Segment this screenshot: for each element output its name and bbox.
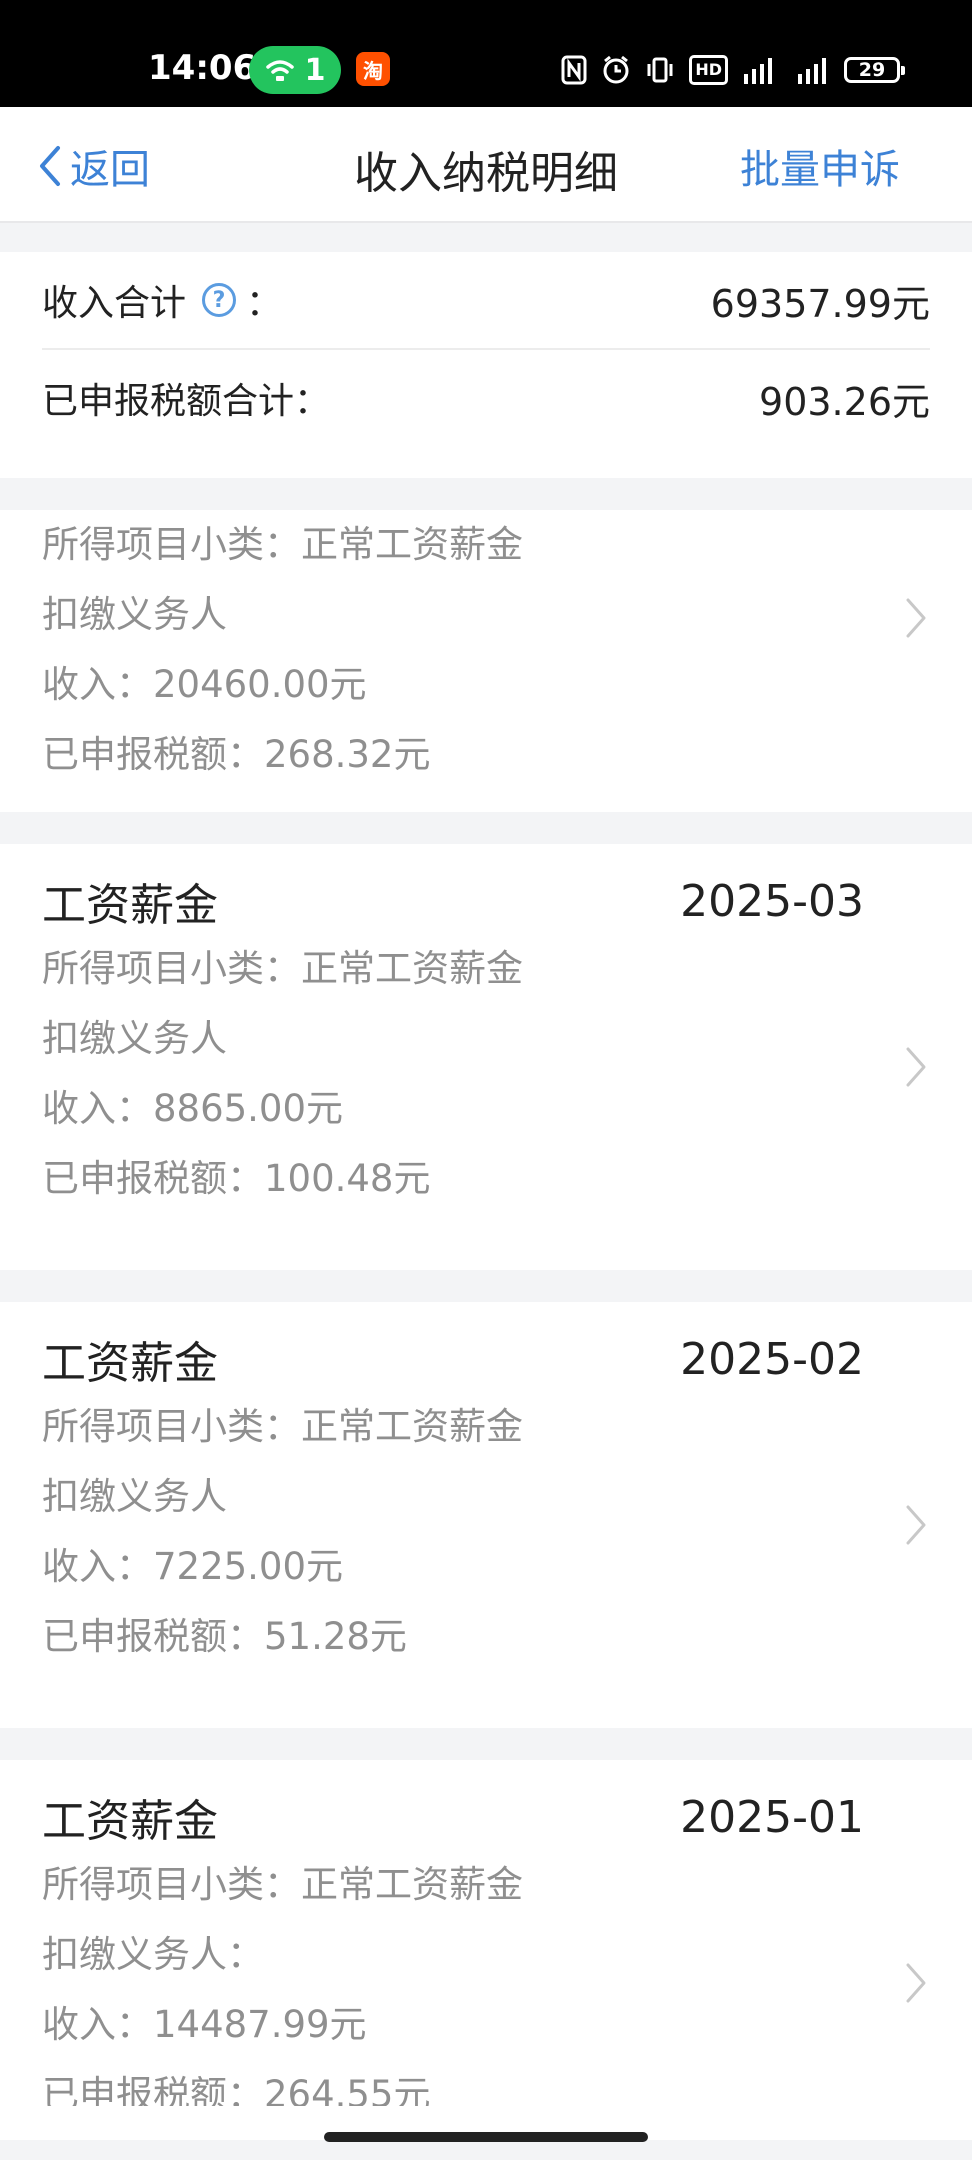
record-title: 工资薪金	[42, 1796, 218, 1847]
income-total-value: 69357.99元	[710, 281, 930, 326]
vibrate-icon	[645, 54, 675, 86]
record-withholder: 扣缴义务人	[42, 593, 227, 636]
record-subcategory: 所得项目小类：正常工资薪金	[42, 523, 523, 566]
income-total-colon: ：	[246, 283, 283, 324]
record-item[interactable]: 工资薪金 2025-01 所得项目小类：正常工资薪金 扣缴义务人： 收入：144…	[0, 1760, 972, 2140]
record-item[interactable]: 所得项目小类：正常工资薪金 扣缴义务人 收入：20460.00元 已申报税额：2…	[0, 510, 972, 812]
record-title: 工资薪金	[42, 1338, 218, 1389]
batch-appeal-button[interactable]: 批量申诉	[740, 137, 900, 195]
record-withholder: 扣缴义务人	[42, 1475, 227, 1518]
wifi-count: 1	[304, 52, 326, 88]
record-withholder: 扣缴义务人	[42, 1017, 227, 1060]
tax-total-value: 903.26元	[759, 379, 930, 424]
app-screen: 14:06 1 淘 HD 29 返回 收入纳税明细 批量申诉 收入合计 ? ： …	[0, 0, 972, 2160]
chevron-right-icon	[906, 1963, 926, 2003]
record-income: 收入：8865.00元	[42, 1087, 344, 1130]
signal-5g-icon	[742, 54, 776, 86]
taobao-icon: 淘	[356, 52, 390, 86]
record-tax: 已申报税额：100.48元	[42, 1157, 431, 1200]
record-item[interactable]: 工资薪金 2025-03 所得项目小类：正常工资薪金 扣缴义务人 收入：8865…	[0, 844, 972, 1270]
status-icons: HD 29	[561, 52, 905, 88]
signal-5g-secondary-icon	[790, 54, 830, 86]
alarm-icon	[601, 54, 631, 86]
income-total-label: 收入合计	[42, 283, 187, 324]
income-total-row: 收入合计 ? ： 69357.99元	[42, 252, 930, 350]
record-title: 工资薪金	[42, 880, 218, 931]
battery-icon: 29	[844, 57, 905, 83]
hd-voice-icon: HD	[689, 55, 728, 85]
record-income: 收入：20460.00元	[42, 663, 367, 706]
chevron-right-icon	[906, 598, 926, 638]
record-income: 收入：14487.99元	[42, 2003, 367, 2046]
status-time: 14:06	[148, 48, 257, 88]
record-subcategory: 所得项目小类：正常工资薪金	[42, 1405, 523, 1448]
records-list: 所得项目小类：正常工资薪金 扣缴义务人 收入：20460.00元 已申报税额：2…	[0, 510, 972, 2140]
chevron-right-icon	[906, 1047, 926, 1087]
record-item[interactable]: 工资薪金 2025-02 所得项目小类：正常工资薪金 扣缴义务人 收入：7225…	[0, 1302, 972, 1728]
navigation-bar: 返回 收入纳税明细 批量申诉	[0, 107, 972, 223]
home-indicator[interactable]	[324, 2132, 648, 2142]
record-income: 收入：7225.00元	[42, 1545, 344, 1588]
record-tax: 已申报税额：51.28元	[42, 1615, 407, 1658]
record-date: 2025-02	[680, 1333, 864, 1385]
wifi-hotspot-pill[interactable]: 1	[249, 46, 341, 94]
record-date: 2025-01	[680, 1791, 864, 1843]
record-withholder: 扣缴义务人：	[42, 1933, 264, 1976]
chevron-right-icon	[906, 1505, 926, 1545]
record-subcategory: 所得项目小类：正常工资薪金	[42, 1863, 523, 1906]
tax-total-row: 已申报税额合计： 903.26元	[42, 350, 930, 446]
nfc-icon	[561, 54, 587, 86]
help-icon[interactable]: ?	[202, 283, 237, 317]
record-subcategory: 所得项目小类：正常工资薪金	[42, 947, 523, 990]
record-tax: 已申报税额：268.32元	[42, 733, 431, 776]
summary-card: 收入合计 ? ： 69357.99元 已申报税额合计： 903.26元	[0, 252, 972, 478]
tax-total-label: 已申报税额合计：	[42, 381, 331, 422]
wifi-icon	[265, 60, 294, 81]
record-tax: 已申报税额：264.55元	[42, 2073, 431, 2106]
record-date: 2025-03	[680, 875, 864, 927]
status-bar: 14:06 1 淘 HD 29	[0, 0, 972, 107]
